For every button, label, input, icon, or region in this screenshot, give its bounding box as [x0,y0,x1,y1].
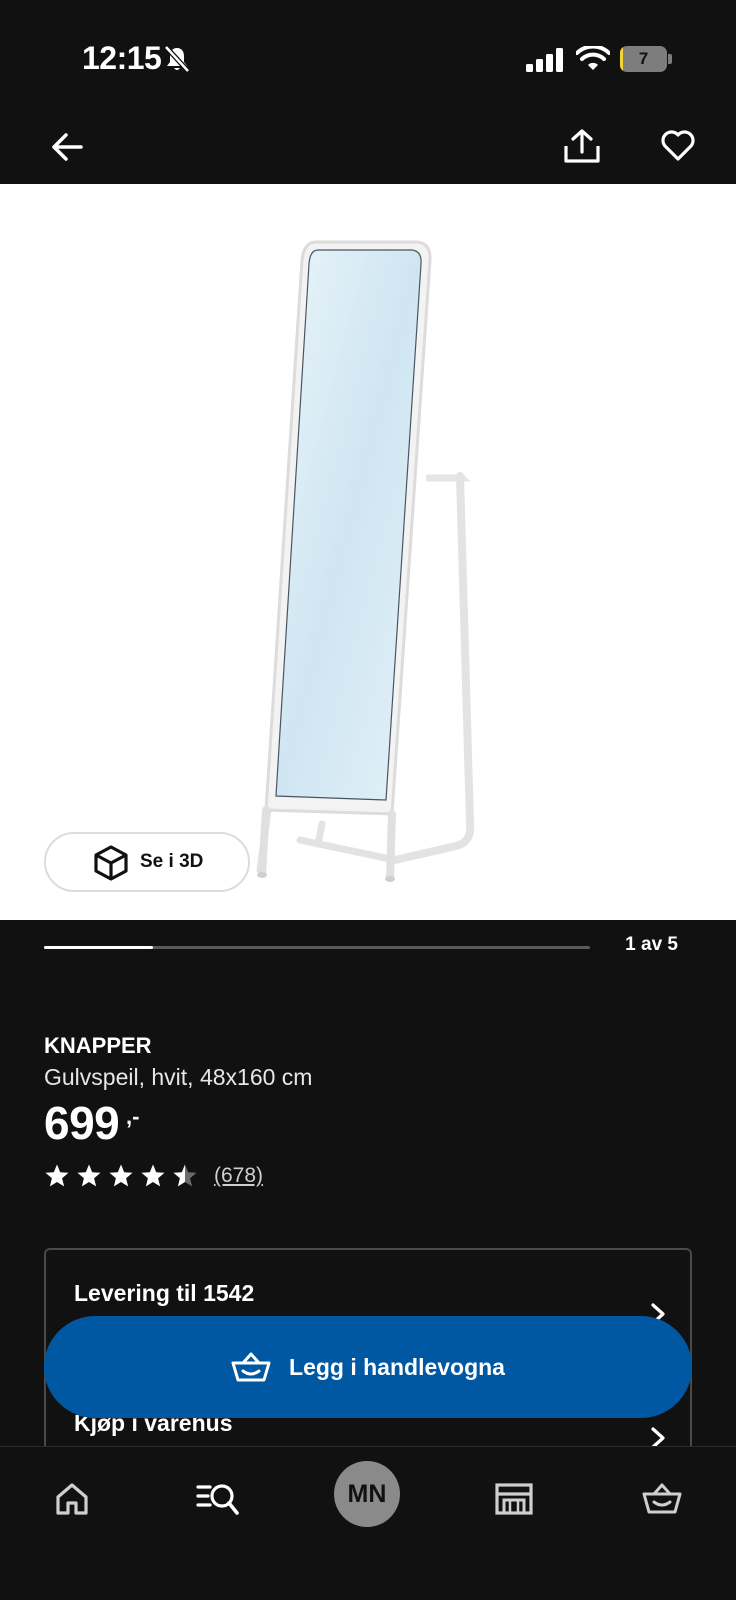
view-3d-label: Se i 3D [140,851,204,872]
search-list-icon [196,1484,239,1515]
gallery-progress [44,946,590,949]
product-name: KNAPPER [44,1033,152,1058]
rating-row[interactable]: (678) [44,1163,263,1189]
heart-icon [661,130,695,161]
rating-stars [44,1163,198,1189]
battery-level: 7 [638,49,649,68]
basket-icon [642,1483,682,1514]
store-icon [495,1483,533,1515]
star-icon [45,1164,69,1187]
profile-avatar[interactable]: MN [334,1461,400,1527]
status-time: 12:15 [82,40,162,76]
cube-icon [94,845,128,881]
star-icon [77,1164,101,1187]
share-button[interactable] [558,122,606,170]
nav-search[interactable] [188,1469,248,1529]
status-bar: 12:15 7 [0,0,736,110]
product-description: Gulvspeil, hvit, 48x160 cm [44,1064,313,1090]
gallery-progress-fill [44,946,154,949]
rating-count[interactable]: (678) [214,1164,263,1188]
star-icon [141,1164,165,1187]
signal-icon [526,48,563,72]
delivery-option[interactable]: Levering til 1542 [74,1280,254,1307]
star-icon [173,1164,197,1187]
wifi-icon [576,46,610,70]
bottom-navigation: MN [0,1446,736,1600]
bell-off-icon [164,45,190,73]
arrow-left-icon [52,133,83,161]
nav-home[interactable] [42,1469,102,1529]
view-3d-button[interactable]: Se i 3D [44,832,250,892]
nav-cart[interactable] [632,1469,692,1529]
top-bar [0,110,736,184]
product-price: 699 [44,1097,120,1149]
basket-icon [231,1352,271,1382]
battery-icon: 7 [620,46,672,72]
product-image[interactable]: Se i 3D [0,184,736,920]
share-icon [564,129,600,163]
mirror-product-photo [256,240,475,882]
favorite-button[interactable] [654,122,702,170]
price-suffix: ,- [126,1104,140,1129]
back-button[interactable] [44,124,90,170]
star-icon [109,1164,133,1187]
nav-stores[interactable] [484,1469,544,1529]
add-to-cart-label: Legg i handlevogna [289,1353,505,1380]
home-icon [56,1483,88,1515]
gallery-counter: 1 av 5 [625,934,678,955]
add-to-cart-button[interactable]: Legg i handlevogna [44,1316,692,1418]
